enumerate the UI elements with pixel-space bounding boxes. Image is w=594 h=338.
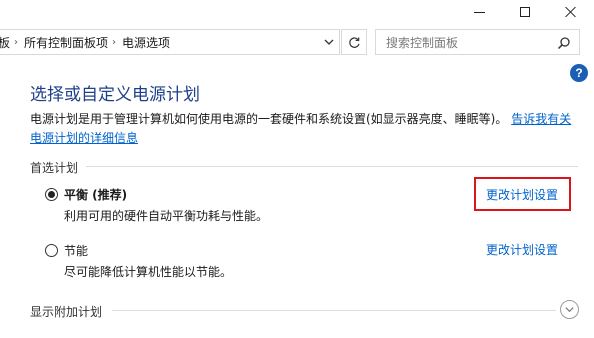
- close-button[interactable]: [548, 0, 594, 24]
- chevron-down-icon[interactable]: [323, 36, 335, 48]
- refresh-button[interactable]: [341, 29, 367, 55]
- expand-additional-plans-button[interactable]: [560, 300, 579, 319]
- plan-balanced-description: 利用可用的硬件自动平衡功耗与性能。: [64, 209, 269, 223]
- plan-power-saver-change-settings-link[interactable]: 更改计划设置: [486, 241, 558, 258]
- highlight-annotation: [474, 177, 571, 211]
- address-bar[interactable]: 板 › 所有控制面板项 › 电源选项: [0, 29, 340, 55]
- chevron-right-icon[interactable]: ›: [112, 37, 116, 48]
- expand-chevron-icon: [565, 307, 574, 313]
- page-description: 电源计划是用于管理计算机如何使用电源的一套硬件和系统设置(如显示器亮度、睡眠等)…: [30, 110, 582, 148]
- title-bar: [0, 0, 594, 28]
- plan-power-saver-description: 尽可能降低计算机性能以节能。: [64, 265, 233, 279]
- section-divider: [86, 166, 578, 167]
- description-text: 电源计划是用于管理计算机如何使用电源的一套硬件和系统设置(如显示器亮度、睡眠等)…: [30, 112, 508, 126]
- search-box[interactable]: 搜索控制面板: [375, 29, 580, 55]
- minimize-button[interactable]: [456, 0, 502, 24]
- help-icon[interactable]: ?: [570, 64, 588, 82]
- refresh-icon: [348, 36, 360, 48]
- maximize-icon: [520, 7, 530, 17]
- search-icon[interactable]: [557, 36, 571, 50]
- breadcrumb-item-control-panel[interactable]: 板: [0, 34, 10, 51]
- show-additional-plans-label[interactable]: 显示附加计划: [30, 303, 102, 320]
- minimize-icon: [473, 11, 485, 13]
- breadcrumb-item-all-items[interactable]: 所有控制面板项: [24, 34, 108, 51]
- plan-power-saver-name[interactable]: 节能: [64, 242, 88, 259]
- search-placeholder: 搜索控制面板: [386, 35, 459, 50]
- plan-power-saver-radio[interactable]: [45, 244, 58, 257]
- plan-balanced-name[interactable]: 平衡 (推荐): [64, 186, 127, 203]
- maximize-button[interactable]: [502, 0, 548, 24]
- preferred-plans-label: 首选计划: [30, 161, 79, 175]
- plan-balanced-radio[interactable]: [45, 188, 58, 201]
- breadcrumb-item-power-options[interactable]: 电源选项: [122, 34, 170, 51]
- page-title: 选择或自定义电源计划: [30, 85, 200, 105]
- close-icon: [565, 6, 577, 18]
- section-divider: [112, 310, 556, 311]
- chevron-right-icon[interactable]: ›: [14, 37, 18, 48]
